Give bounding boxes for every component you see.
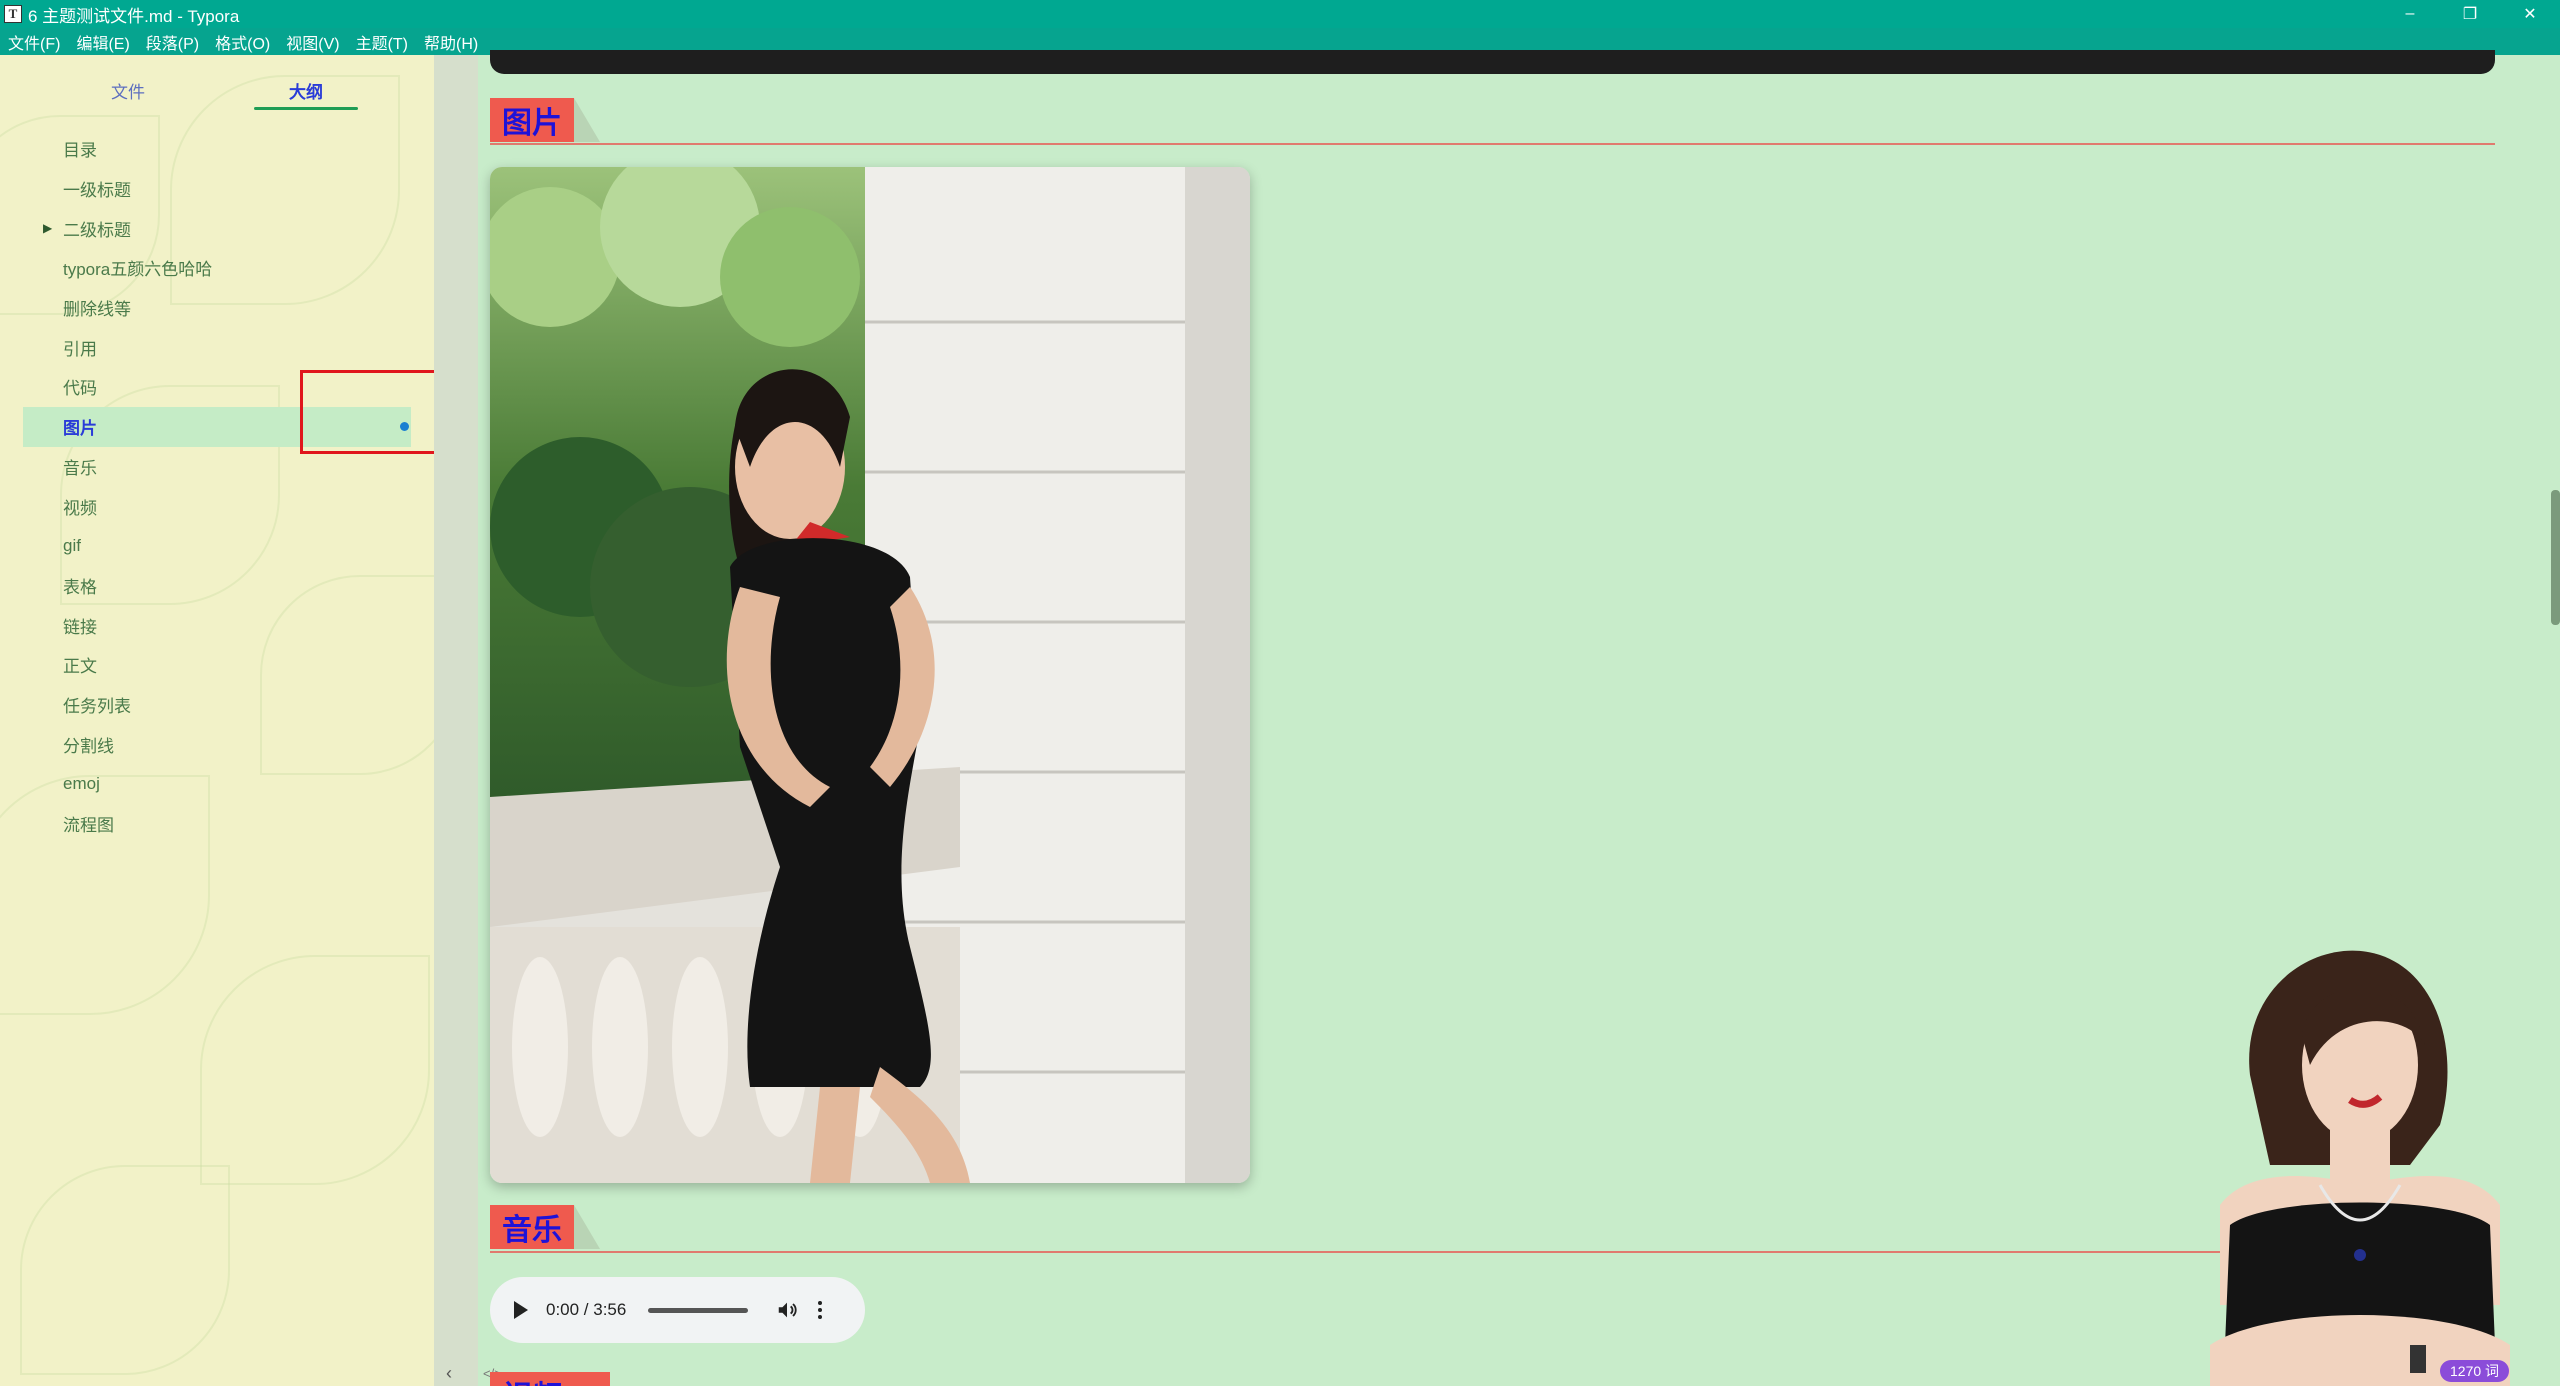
sidebar-tabs: 文件 大纲: [0, 70, 434, 110]
tab-files[interactable]: 文件: [76, 70, 180, 110]
heading-decoration: [574, 98, 600, 142]
outline-item-emoji[interactable]: emoj: [0, 764, 434, 804]
outline-item-label: 流程图: [63, 816, 114, 836]
heading-text: 音乐: [490, 1205, 574, 1249]
outline-item-label: 正文: [63, 657, 97, 677]
expand-caret-icon[interactable]: ▶: [43, 221, 52, 235]
heading-decoration: [574, 1205, 600, 1249]
outline-item-quote[interactable]: 引用: [0, 327, 434, 367]
leaf-pattern: [200, 955, 430, 1185]
menu-theme[interactable]: 主题(T): [348, 30, 416, 54]
outline-item-label: 一级标题: [63, 181, 131, 201]
outline-item-label: 删除线等: [63, 300, 131, 320]
outline-item-divider[interactable]: 分割线: [0, 724, 434, 764]
outline-item-gif[interactable]: gif: [0, 526, 434, 566]
embedded-photo[interactable]: [490, 167, 1250, 1183]
menu-file[interactable]: 文件(F): [0, 30, 68, 54]
menu-view[interactable]: 视图(V): [278, 30, 347, 54]
typora-app-icon: T: [4, 5, 22, 23]
outline-item-label: 二级标题: [63, 220, 131, 240]
theme-decoration-figure: [2210, 925, 2510, 1386]
collapse-sidebar-icon[interactable]: ‹: [446, 1363, 452, 1384]
audio-time: 0:00 / 3:56: [546, 1300, 627, 1319]
window-title: 6 主题测试文件.md - Typora: [28, 6, 240, 26]
restore-button[interactable]: ❐: [2440, 0, 2500, 28]
outline-item-label: gif: [63, 535, 81, 555]
close-button[interactable]: ✕: [2500, 0, 2560, 28]
outline-item-link[interactable]: 链接: [0, 605, 434, 645]
photo-illustration: [490, 167, 1250, 1183]
outline-item-tasklist[interactable]: 任务列表: [0, 685, 434, 725]
play-icon[interactable]: [514, 1301, 528, 1319]
scrollbar-thumb[interactable]: [2551, 490, 2560, 625]
outline-item-strikethrough[interactable]: 删除线等: [0, 288, 434, 328]
menu-format[interactable]: 格式(O): [207, 30, 278, 54]
menu-edit[interactable]: 编辑(E): [68, 30, 137, 54]
code-block: [490, 50, 2495, 74]
outline-item-label: 目录: [63, 141, 97, 161]
audio-player: 0:00 / 3:56: [490, 1277, 865, 1343]
outline-item-label: 代码: [63, 379, 97, 399]
sidebar-resize-strip[interactable]: [434, 55, 478, 1386]
outline-item-label: 分割线: [63, 736, 114, 756]
more-options-icon[interactable]: [818, 1301, 823, 1319]
menu-paragraph[interactable]: 段落(P): [138, 30, 207, 54]
outline-item-table[interactable]: 表格: [0, 566, 434, 606]
minimize-button[interactable]: –: [2380, 0, 2440, 28]
tab-outline[interactable]: 大纲: [254, 70, 358, 110]
volume-icon[interactable]: [776, 1299, 798, 1321]
heading-underline: [490, 1251, 2495, 1253]
audio-progress-slider[interactable]: [648, 1307, 749, 1313]
outline-item-label: 图片: [63, 419, 97, 439]
word-count-badge[interactable]: 1270 词: [2440, 1360, 2510, 1382]
outline-item-h2[interactable]: ▶ 二级标题: [0, 208, 434, 248]
heading-video: 视频: [490, 1372, 610, 1386]
heading-text: 视频: [490, 1372, 610, 1386]
outline-item-h1[interactable]: 一级标题: [0, 169, 434, 209]
outline-item-label: 视频: [63, 498, 97, 518]
sidebar: 文件 大纲 目录 一级标题 ▶ 二级标题 typora五颜六色哈哈 删除线等 引用…: [0, 55, 434, 1386]
highlight-annotation-box: [300, 370, 450, 454]
outline-item-body[interactable]: 正文: [0, 645, 434, 685]
outline-item-flowchart[interactable]: 流程图: [0, 804, 434, 844]
outline-item-label: 表格: [63, 577, 97, 597]
title-bar: T 6 主题测试文件.md - Typora – ❐ ✕: [0, 0, 2560, 28]
outline-item-video[interactable]: 视频: [0, 486, 434, 526]
outline-item-label: 任务列表: [63, 696, 131, 716]
outline-item-label: 音乐: [63, 458, 97, 478]
heading-music: 音乐: [490, 1204, 600, 1250]
figure-illustration: [2210, 950, 2510, 1386]
editor-scrollbar[interactable]: [2548, 55, 2560, 1386]
heading-underline: [490, 143, 2495, 145]
outline-item-toc[interactable]: 目录: [0, 129, 434, 169]
heading-text: 图片: [490, 98, 574, 142]
outline-item-label: 引用: [63, 339, 97, 359]
leaf-pattern: [20, 1165, 230, 1375]
outline-item-label: 链接: [63, 617, 97, 637]
active-tab-indicator: [254, 107, 358, 110]
outline-list: 目录 一级标题 ▶ 二级标题 typora五颜六色哈哈 删除线等 引用 代码 图片…: [0, 129, 434, 843]
heading-image: 图片: [490, 97, 600, 143]
menu-help[interactable]: 帮助(H): [416, 30, 486, 54]
outline-item-colors[interactable]: typora五颜六色哈哈: [0, 248, 434, 288]
outline-item-label: typora五颜六色哈哈: [63, 260, 213, 280]
outline-item-label: emoj: [63, 773, 100, 793]
